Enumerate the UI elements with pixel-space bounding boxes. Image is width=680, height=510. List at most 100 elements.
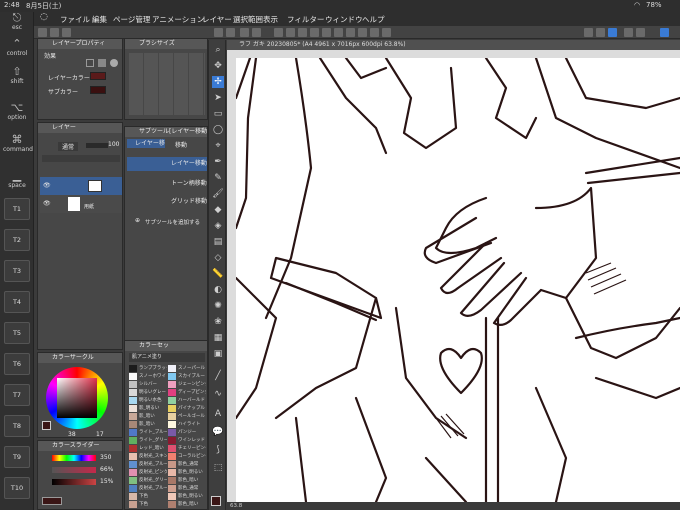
- color-swatch-row[interactable]: スノーパール: [168, 365, 206, 372]
- color-swatch-row[interactable]: ライト_ブルー: [129, 429, 167, 436]
- layer-row-paper[interactable]: 👁 用紙: [40, 195, 122, 213]
- color-set-select[interactable]: 肌アニメ塗り: [129, 353, 205, 362]
- control-key[interactable]: ⌃ control: [3, 38, 31, 58]
- color-swatch-row[interactable]: 反射光_ピンク: [129, 469, 167, 476]
- subtool-group-tab[interactable]: レイヤー移: [127, 139, 165, 148]
- color-swatch[interactable]: [129, 421, 137, 428]
- snap-ruler-icon[interactable]: [358, 28, 367, 37]
- space-key[interactable]: ▁ space: [3, 170, 31, 190]
- help-icon[interactable]: [636, 28, 645, 37]
- main-color-swatch[interactable]: [42, 421, 51, 430]
- color-swatch[interactable]: [129, 373, 137, 380]
- shortcut-t4[interactable]: T4: [4, 291, 30, 313]
- color-swatch-row[interactable]: 明るいグレー: [129, 389, 167, 396]
- color-swatch[interactable]: [168, 445, 176, 452]
- shift-key[interactable]: ⇧ shift: [3, 66, 31, 86]
- drawing-canvas[interactable]: [234, 56, 680, 504]
- color-swatch-row[interactable]: ジェーンピンク: [168, 381, 206, 388]
- redo-icon[interactable]: [226, 28, 235, 37]
- undo-icon[interactable]: [214, 28, 223, 37]
- expand-icon[interactable]: [310, 28, 319, 37]
- color-swatch-row[interactable]: レッド_暗い: [129, 445, 167, 452]
- gradient-icon[interactable]: ▤: [212, 236, 224, 248]
- menu-selection[interactable]: 選択範囲: [233, 14, 263, 25]
- color-swatch[interactable]: [129, 405, 137, 412]
- touch-icon[interactable]: [660, 28, 669, 37]
- snap-special-icon[interactable]: [382, 28, 391, 37]
- color-swatch[interactable]: [168, 437, 176, 444]
- menu-animation[interactable]: アニメーション: [152, 14, 204, 25]
- invert-icon[interactable]: [298, 28, 307, 37]
- correct-line-icon[interactable]: ⟆: [212, 444, 224, 456]
- color-swatch[interactable]: [168, 501, 176, 508]
- line-icon[interactable]: ╱: [212, 370, 224, 382]
- color-swatch-row[interactable]: コーラルピンク: [168, 453, 206, 460]
- color-swatch[interactable]: [129, 437, 137, 444]
- subtool-item-tone-move[interactable]: トーン柄移動: [127, 177, 207, 191]
- text-tool-2-icon[interactable]: ⬚: [212, 462, 224, 474]
- crop-icon[interactable]: [286, 28, 295, 37]
- frame-icon[interactable]: ▦: [212, 332, 224, 344]
- color-swatch[interactable]: [129, 381, 137, 388]
- selection-icon[interactable]: ▭: [212, 108, 224, 120]
- main-color-chip[interactable]: [211, 496, 221, 506]
- app-icon[interactable]: ◌: [40, 12, 48, 22]
- color-swatch-row[interactable]: 影色_明るい: [168, 493, 206, 500]
- menu-view[interactable]: 表示: [263, 14, 278, 25]
- effect-circle-icon[interactable]: [110, 59, 118, 67]
- color-swatch[interactable]: [129, 397, 137, 404]
- color-swatch[interactable]: [129, 365, 137, 372]
- color-swatch-row[interactable]: 反射光_ブルー: [129, 485, 167, 492]
- color-swatch[interactable]: [129, 445, 137, 452]
- open-icon[interactable]: [50, 28, 59, 37]
- color-swatch[interactable]: [129, 389, 137, 396]
- blend-mode-select[interactable]: 通常: [58, 142, 79, 151]
- color-swatch-row[interactable]: パンジー: [168, 429, 206, 436]
- shortcut-t10[interactable]: T10: [4, 477, 30, 499]
- color-swatch-row[interactable]: ワインレッド: [168, 437, 206, 444]
- color-swatch-row[interactable]: 影色_明るい: [168, 469, 206, 476]
- color-swatch-row[interactable]: ハーバールド: [168, 397, 206, 404]
- option-key[interactable]: ⌥ option: [3, 102, 31, 122]
- color-swatch[interactable]: [129, 429, 137, 436]
- new-icon[interactable]: [38, 28, 47, 37]
- hue-ring[interactable]: [46, 367, 108, 429]
- color-swatch-row[interactable]: 影色_暗い: [168, 477, 206, 484]
- menu-window[interactable]: ウィンドウ: [325, 14, 363, 25]
- fill-icon[interactable]: ◈: [212, 220, 224, 232]
- document-tab[interactable]: ラフ ガキ 20230805* (A4 4961 x 7016px 600dpi…: [227, 40, 680, 50]
- move-icon[interactable]: ✢: [212, 76, 224, 88]
- decoration-icon[interactable]: ❀: [212, 316, 224, 328]
- eye-icon-2[interactable]: 👁: [43, 200, 51, 207]
- color-swatch-row[interactable]: パイナップル: [168, 405, 206, 412]
- color-swatch-row[interactable]: スノーホワイト: [129, 373, 167, 380]
- hue-slider[interactable]: [52, 455, 96, 461]
- frame-border-icon[interactable]: ▣: [212, 348, 224, 360]
- color-swatch-row[interactable]: 影_明るい: [129, 405, 167, 412]
- shortcut-t8[interactable]: T8: [4, 415, 30, 437]
- color-swatch[interactable]: [168, 381, 176, 388]
- gear-icon[interactable]: [584, 28, 593, 37]
- color-swatch[interactable]: [129, 469, 137, 476]
- curve-icon[interactable]: ∿: [212, 388, 224, 400]
- pencil-icon[interactable]: ✎: [212, 172, 224, 184]
- menu-filter[interactable]: フィルター: [287, 14, 324, 25]
- color-swatch[interactable]: [129, 485, 137, 492]
- eyedropper-icon[interactable]: ⌖: [212, 140, 224, 152]
- saturation-box[interactable]: [57, 378, 97, 418]
- color-swatch-row[interactable]: 下色: [129, 493, 167, 500]
- menu-help[interactable]: ヘルプ: [362, 14, 385, 25]
- airbrush-icon[interactable]: ✺: [212, 300, 224, 312]
- layout-icon[interactable]: [624, 28, 633, 37]
- color-swatch-row[interactable]: 影色_通常: [168, 485, 206, 492]
- color-swatch-row[interactable]: シルバー: [129, 381, 167, 388]
- color-swatch[interactable]: [168, 493, 176, 500]
- color-swatch[interactable]: [168, 389, 176, 396]
- figure-icon[interactable]: ◇: [212, 252, 224, 264]
- color-swatch-row[interactable]: ライト_グリーン: [129, 437, 167, 444]
- color-swatch[interactable]: [168, 485, 176, 492]
- eraser-icon[interactable]: ◆: [212, 204, 224, 216]
- color-swatch[interactable]: [129, 493, 137, 500]
- color-swatch-row[interactable]: ペールゴールド: [168, 413, 206, 420]
- color-swatch-row[interactable]: チェリーピンク: [168, 445, 206, 452]
